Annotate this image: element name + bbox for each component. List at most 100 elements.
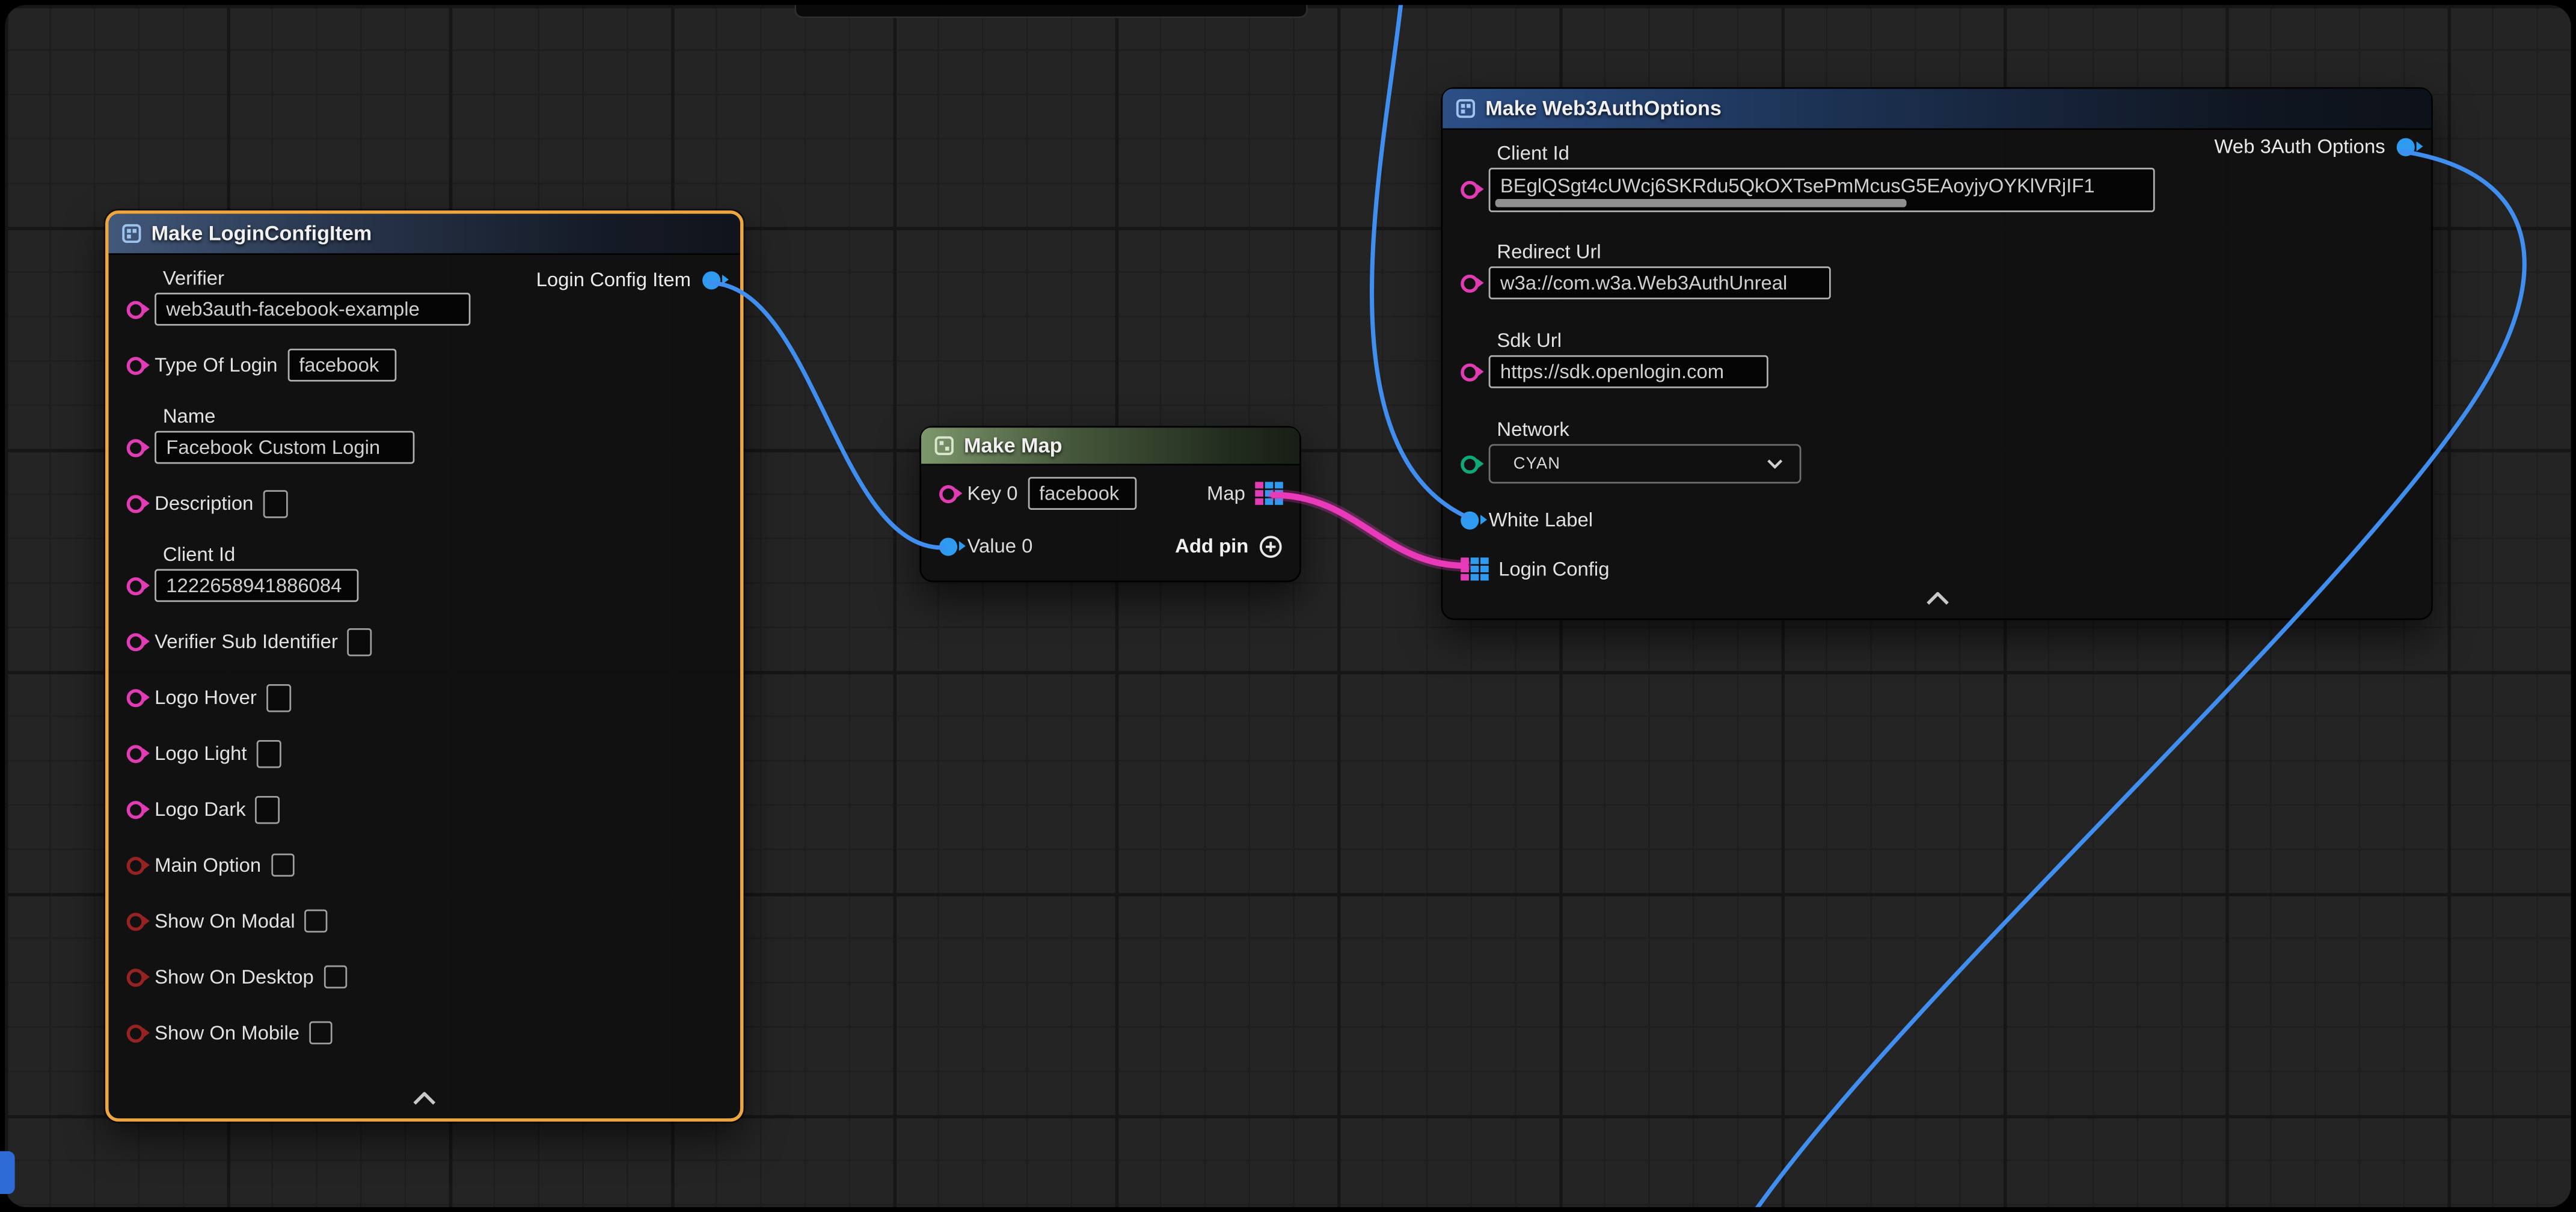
pin-key0[interactable] bbox=[939, 485, 957, 503]
wire-login-config-item-to-value0[interactable] bbox=[711, 283, 943, 548]
main-option-checkbox[interactable] bbox=[271, 854, 294, 877]
verifier-sub-identifier-input[interactable] bbox=[348, 628, 372, 656]
node-header-make-loginconfigitem[interactable]: Make LoginConfigItem bbox=[109, 214, 740, 255]
prop-name: Name bbox=[127, 403, 724, 465]
verifier-input[interactable] bbox=[155, 293, 470, 326]
pin-show-on-desktop[interactable] bbox=[127, 968, 145, 986]
client-id-label: Client Id bbox=[163, 541, 724, 568]
main-option-label: Main Option bbox=[155, 854, 261, 877]
network-dropdown[interactable]: CYAN bbox=[1489, 444, 1802, 484]
prop-type-of-login: Type Of Login bbox=[127, 347, 724, 383]
node-make-web3authoptions[interactable]: Make Web3AuthOptions Web 3Auth Options C… bbox=[1441, 87, 2433, 620]
add-pin-button[interactable]: Add pin bbox=[1175, 534, 1283, 559]
blueprint-editor-viewport: Make LoginConfigItem Login Config Item V… bbox=[0, 0, 2576, 1212]
pin-client-id[interactable] bbox=[127, 577, 145, 595]
pin-white-label[interactable] bbox=[1461, 510, 1479, 528]
redirect-url-label: Redirect Url bbox=[1497, 239, 2414, 265]
pin-login-config[interactable] bbox=[1461, 557, 1489, 580]
offscreen-node-edge[interactable] bbox=[794, 5, 1308, 18]
white-label-label: White Label bbox=[1489, 508, 1593, 531]
node-title: Make Map bbox=[964, 434, 1062, 457]
sdk-url-label: Sdk Url bbox=[1497, 327, 2414, 354]
key0-input[interactable] bbox=[1028, 477, 1136, 510]
logo-light-input[interactable] bbox=[257, 739, 281, 768]
show-on-modal-label: Show On Modal bbox=[155, 910, 295, 932]
prop-logo-light: Logo Light bbox=[127, 735, 724, 771]
prop-logo-hover: Logo Hover bbox=[127, 679, 724, 715]
pin-description[interactable] bbox=[127, 494, 145, 512]
pin-login-config-item-output[interactable] bbox=[702, 271, 720, 289]
redirect-url-input[interactable] bbox=[1489, 266, 1831, 299]
show-on-mobile-checkbox[interactable] bbox=[309, 1021, 332, 1044]
type-of-login-input[interactable] bbox=[287, 349, 396, 382]
pin-verifier-sub-identifier[interactable] bbox=[127, 632, 145, 650]
prop-redirect-url: Redirect Url bbox=[1461, 239, 2415, 301]
map-row-key0: Key 0 Map bbox=[939, 476, 1283, 512]
make-map-icon bbox=[934, 436, 954, 456]
client-id-input[interactable] bbox=[155, 569, 358, 602]
pin-value0[interactable] bbox=[939, 537, 957, 555]
pin-logo-hover[interactable] bbox=[127, 688, 145, 706]
name-label: Name bbox=[163, 403, 724, 429]
prop-description: Description bbox=[127, 485, 724, 521]
show-on-desktop-label: Show On Desktop bbox=[155, 966, 314, 988]
name-input[interactable] bbox=[155, 431, 414, 464]
logo-dark-input[interactable] bbox=[256, 795, 280, 824]
prop-main-option: Main Option bbox=[127, 847, 724, 883]
pin-logo-dark[interactable] bbox=[127, 800, 145, 818]
value0-label: Value 0 bbox=[968, 534, 1033, 557]
make-struct-icon bbox=[121, 224, 141, 243]
map-row-value0: Value 0 Add pin bbox=[939, 528, 1283, 564]
verifier-sub-identifier-label: Verifier Sub Identifier bbox=[155, 630, 338, 653]
node-header-make-map[interactable]: Make Map bbox=[921, 427, 1299, 465]
prop-white-label: White Label bbox=[1461, 501, 2415, 537]
show-on-mobile-label: Show On Mobile bbox=[155, 1021, 299, 1044]
show-on-modal-checkbox[interactable] bbox=[305, 910, 328, 932]
pin-name[interactable] bbox=[127, 438, 145, 456]
prop-login-config: Login Config bbox=[1461, 551, 2415, 587]
wire-map-to-login-config[interactable] bbox=[1273, 495, 1465, 566]
login-config-label: Login Config bbox=[1498, 557, 1609, 580]
client-id-scrollbar[interactable] bbox=[1495, 198, 1907, 207]
pin-web3auth-options-output[interactable] bbox=[2397, 137, 2415, 155]
key0-label: Key 0 bbox=[968, 482, 1018, 505]
pin-client-id[interactable] bbox=[1461, 180, 1479, 198]
network-label: Network bbox=[1497, 416, 2414, 442]
node-title: Make Web3AuthOptions bbox=[1485, 97, 1722, 120]
prop-network: Network CYAN bbox=[1461, 416, 2415, 485]
pin-verifier[interactable] bbox=[127, 300, 145, 318]
node-make-loginconfigitem[interactable]: Make LoginConfigItem Login Config Item V… bbox=[105, 210, 743, 1122]
wire-map-to-login-config-glow bbox=[1273, 495, 1465, 566]
pin-main-option[interactable] bbox=[127, 856, 145, 874]
logo-hover-label: Logo Hover bbox=[155, 686, 257, 709]
client-id-input[interactable]: BEglQSgt4cUWcj6SKRdu5QkOXTsePmMcusG5EAoy… bbox=[1489, 167, 2155, 212]
prop-client-id: Client Id bbox=[127, 541, 724, 604]
collapse-button[interactable] bbox=[413, 1087, 436, 1110]
logo-light-label: Logo Light bbox=[155, 742, 247, 765]
sdk-url-input[interactable] bbox=[1489, 355, 1768, 388]
description-input[interactable] bbox=[263, 489, 288, 518]
pin-show-on-modal[interactable] bbox=[127, 912, 145, 930]
show-on-desktop-checkbox[interactable] bbox=[324, 966, 346, 988]
pin-row-web3auth-options-output: Web 3Auth Options bbox=[2215, 135, 2415, 158]
pin-redirect-url[interactable] bbox=[1461, 274, 1479, 292]
prop-show-on-modal: Show On Modal bbox=[127, 903, 724, 939]
pin-show-on-mobile[interactable] bbox=[127, 1024, 145, 1042]
pin-logo-light[interactable] bbox=[127, 744, 145, 762]
collapse-button[interactable] bbox=[1925, 587, 1948, 610]
pin-sdk-url[interactable] bbox=[1461, 363, 1479, 381]
map-output-pin[interactable] bbox=[1255, 482, 1283, 505]
type-of-login-label: Type Of Login bbox=[155, 354, 277, 376]
pin-type-of-login[interactable] bbox=[127, 356, 145, 374]
offscreen-window-accent bbox=[0, 1151, 15, 1194]
prop-show-on-mobile: Show On Mobile bbox=[127, 1015, 724, 1051]
pin-network[interactable] bbox=[1461, 454, 1479, 473]
node-header-make-web3authoptions[interactable]: Make Web3AuthOptions bbox=[1443, 89, 2431, 130]
node-make-map[interactable]: Make Map Key 0 Map bbox=[919, 426, 1301, 583]
blueprint-graph-canvas[interactable]: Make LoginConfigItem Login Config Item V… bbox=[5, 5, 2571, 1207]
logo-hover-input[interactable] bbox=[266, 684, 291, 712]
map-output-label: Map bbox=[1207, 482, 1245, 505]
pin-row-login-config-item-output: Login Config Item bbox=[536, 268, 721, 291]
chevron-down-icon bbox=[1767, 459, 1783, 468]
add-pin-label: Add pin bbox=[1175, 534, 1248, 557]
